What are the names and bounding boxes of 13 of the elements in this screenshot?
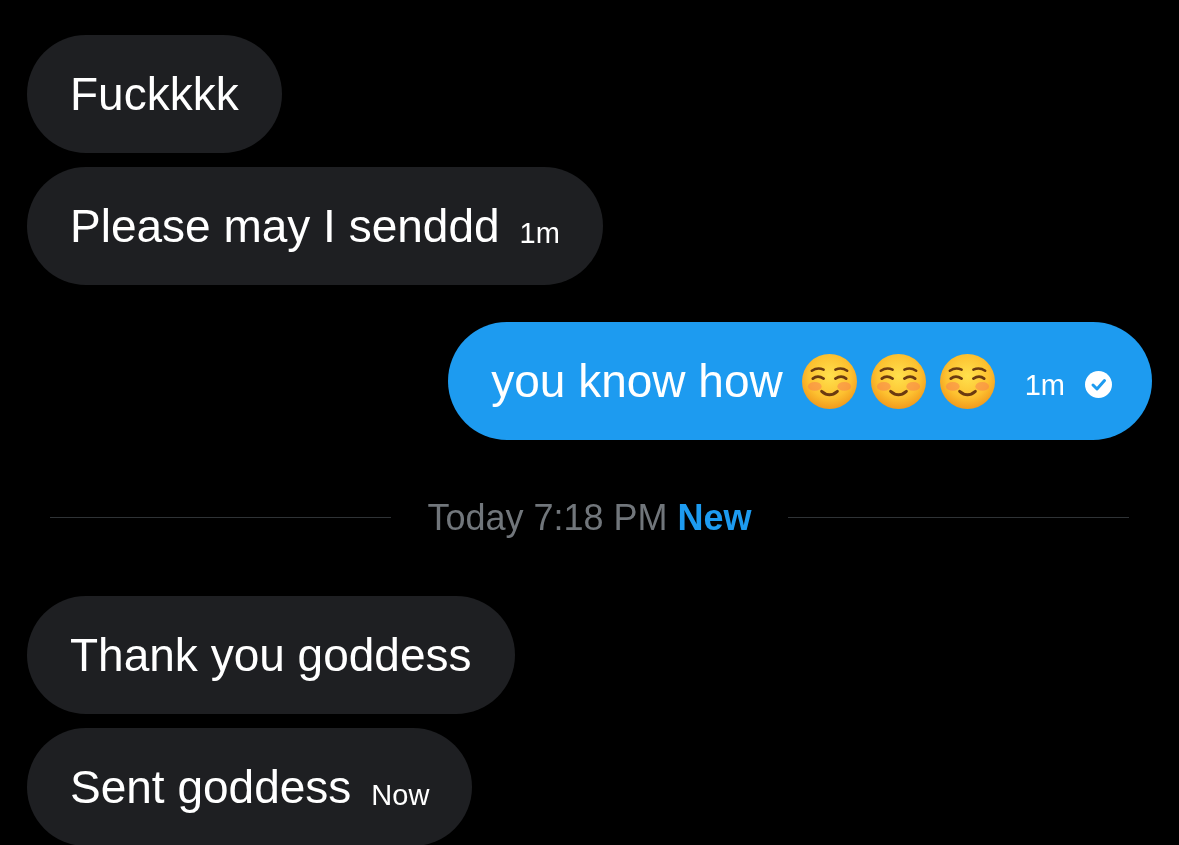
- date-separator: Today 7:18 PM: [427, 496, 668, 540]
- timestamp: Now: [371, 778, 430, 812]
- message-text: Please may I senddd: [70, 199, 500, 253]
- timestamp: 1m: [1024, 369, 1065, 403]
- smiling-face-icon: [939, 353, 995, 409]
- message-text: Thank you goddess: [70, 628, 472, 682]
- message-text: you know how: [491, 354, 783, 408]
- message-text: Fuckkkk: [70, 67, 239, 121]
- new-label: New: [677, 496, 752, 540]
- smiling-face-icon: [870, 353, 926, 409]
- message-text: Sent goddess: [70, 760, 352, 814]
- timestamp: 1m: [519, 217, 560, 251]
- smiling-face-icon: [801, 353, 857, 409]
